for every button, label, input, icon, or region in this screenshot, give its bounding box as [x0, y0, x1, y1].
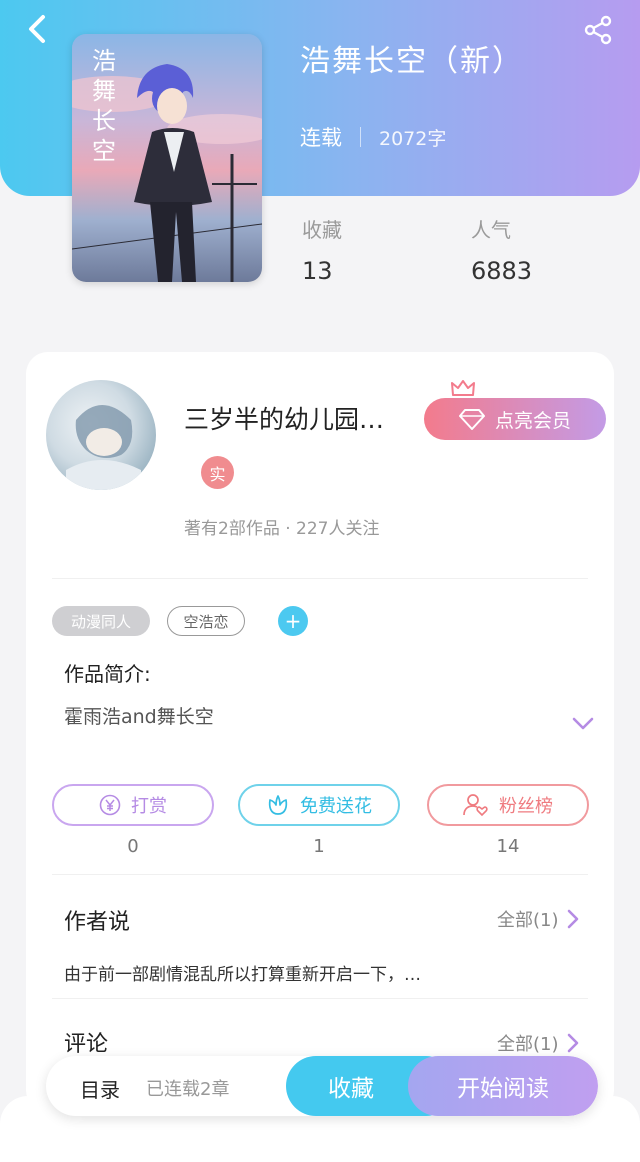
back-button[interactable]: [22, 12, 52, 46]
fan-count: 14: [496, 836, 520, 857]
book-cover[interactable]: 浩舞长空: [72, 34, 262, 282]
send-flower-label: 免费送花: [300, 796, 372, 817]
book-status-row: 连载 2072字: [300, 122, 446, 152]
flower-icon: [268, 795, 288, 815]
comments-all-link[interactable]: 全部(1): [497, 1030, 579, 1056]
author-note-text[interactable]: 由于前一部剧情混乱所以打算重新开启一下，…: [64, 960, 421, 985]
avatar-illustration: [66, 405, 141, 490]
fan-icon: [463, 794, 488, 817]
stat-favorites: 收藏 13: [302, 214, 342, 285]
intro-label: 作品简介:: [64, 662, 151, 686]
vip-button[interactable]: 点亮会员: [424, 398, 606, 440]
add-tag-button[interactable]: +: [278, 606, 308, 636]
expand-intro-button[interactable]: [572, 716, 594, 735]
book-title: 浩舞长空（新）: [300, 44, 524, 79]
plus-icon: +: [284, 609, 302, 633]
share-button[interactable]: [580, 12, 616, 48]
fan-ranking-button[interactable]: 粉丝榜: [427, 784, 589, 826]
chevron-left-icon: [29, 15, 45, 43]
start-reading-label: 开始阅读: [457, 1076, 549, 1102]
word-count: 2072字: [379, 127, 447, 150]
divider: [52, 874, 588, 875]
tag-item[interactable]: 动漫同人: [52, 606, 150, 636]
stat-label: 人气: [471, 218, 511, 242]
author-meta: 著有2部作品 · 227人关注: [184, 519, 380, 539]
collect-button-label: 收藏: [328, 1076, 374, 1102]
divider: [52, 578, 588, 579]
vip-button-label: 点亮会员: [494, 409, 571, 432]
send-flower-button[interactable]: 免费送花: [238, 784, 400, 826]
crown-icon: [451, 380, 475, 396]
fan-ranking-label: 粉丝榜: [499, 796, 553, 817]
stat-popularity: 人气 6883: [471, 214, 532, 285]
author-note-all-label: 全部(1): [497, 910, 559, 931]
author-avatar[interactable]: [46, 380, 156, 490]
yen-icon: [99, 794, 121, 816]
tag-item[interactable]: 空浩恋: [167, 606, 245, 636]
toc-button[interactable]: 目录: [80, 1074, 120, 1103]
comments-all-label: 全部(1): [497, 1034, 559, 1055]
reward-button[interactable]: 打赏: [52, 784, 214, 826]
serial-status: 连载: [300, 126, 342, 150]
reward-button-label: 打赏: [131, 796, 167, 817]
stat-label: 收藏: [302, 218, 342, 242]
stat-value: 13: [302, 257, 333, 285]
comments-title: 评论: [64, 1032, 109, 1057]
start-reading-button[interactable]: 开始阅读: [408, 1056, 598, 1116]
author-name[interactable]: 三岁半的幼儿园…: [184, 400, 409, 436]
flower-count: 1: [313, 836, 325, 857]
chevron-down-icon: [572, 717, 594, 730]
stat-value: 6883: [471, 257, 533, 285]
chevron-right-icon: [567, 909, 578, 929]
cover-text: 浩舞长空: [92, 47, 116, 165]
chapter-count: 已连载2章: [146, 1079, 230, 1100]
real-name-badge: 实: [201, 456, 234, 489]
chevron-right-icon: [567, 1033, 578, 1053]
bottom-action-bar: 目录 已连载2章 收藏 开始阅读: [46, 1056, 598, 1116]
divider: [52, 998, 588, 999]
share-icon: [584, 15, 612, 45]
divider: [360, 127, 361, 147]
diamond-icon: [458, 409, 485, 430]
author-note-title: 作者说: [64, 910, 131, 935]
reward-count: 0: [127, 836, 139, 857]
author-note-all-link[interactable]: 全部(1): [497, 906, 579, 932]
intro-text: 霍雨浩and舞长空: [64, 706, 214, 728]
